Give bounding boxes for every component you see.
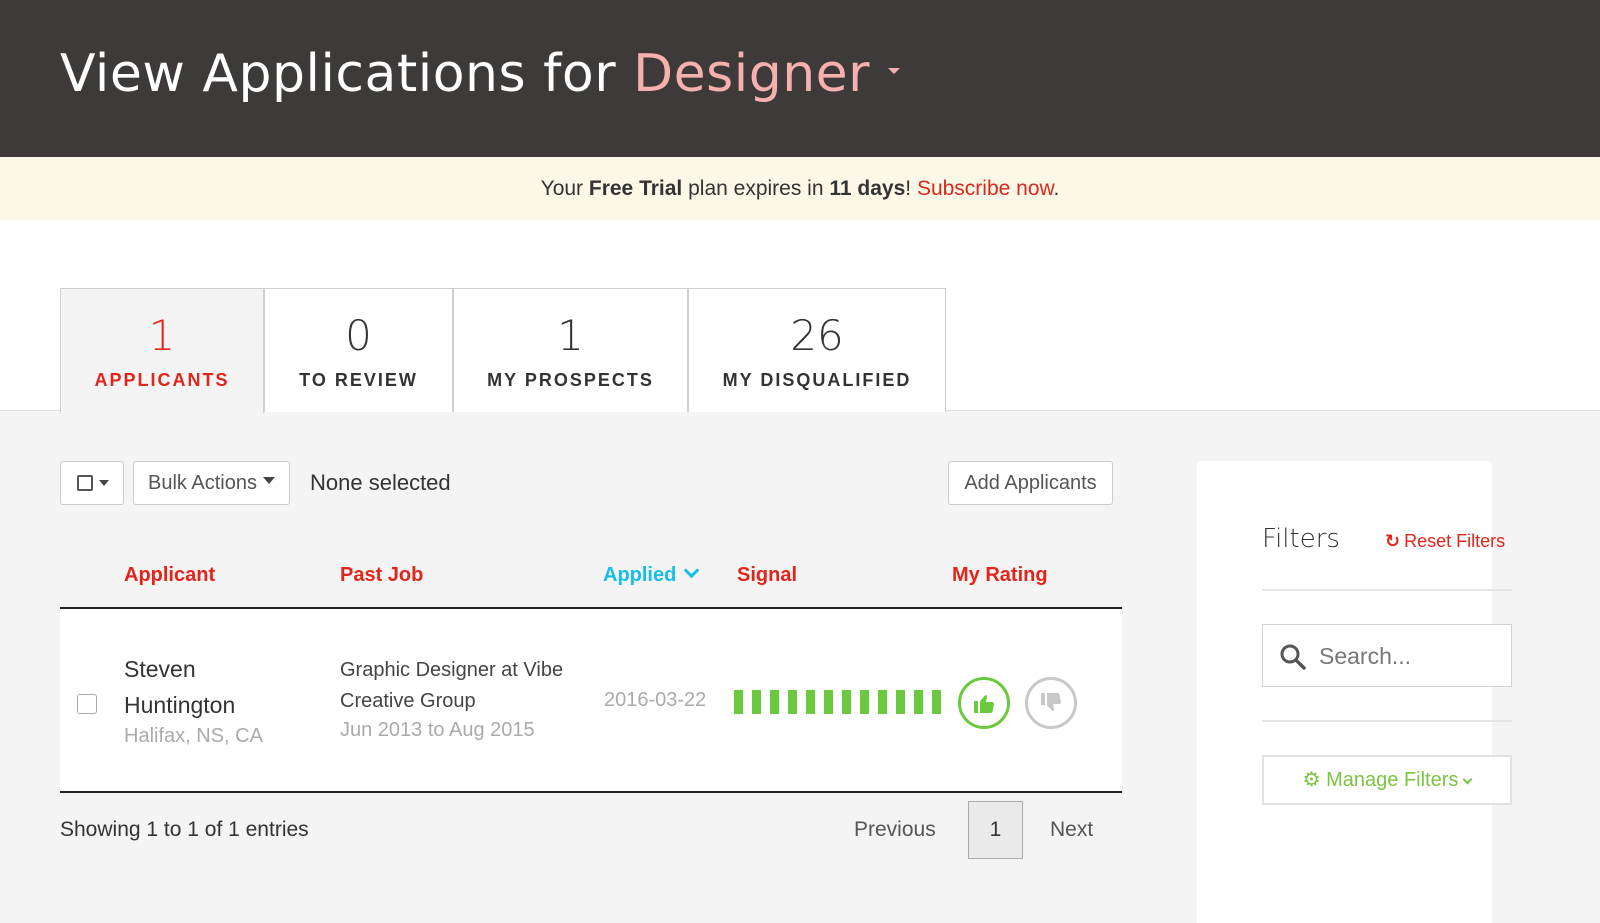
page-number-button[interactable]: 1 xyxy=(968,801,1023,859)
previous-page-button[interactable]: Previous xyxy=(854,818,936,842)
page-title: View Applications for Designer xyxy=(60,44,901,104)
column-header-applicant[interactable]: Applicant xyxy=(124,564,215,587)
column-header-applied[interactable]: Applied xyxy=(603,562,700,587)
page-title-prefix: View Applications for xyxy=(60,44,617,104)
signal-bar xyxy=(842,690,851,714)
trial-text-3: ! xyxy=(905,177,917,200)
tab-applicants[interactable]: 1 APPLICANTS xyxy=(60,288,264,413)
divider xyxy=(1262,720,1512,722)
column-header-signal[interactable]: Signal xyxy=(737,564,797,587)
select-all-dropdown[interactable] xyxy=(60,461,124,505)
chevron-down-icon[interactable] xyxy=(1462,774,1473,785)
signal-bar xyxy=(788,690,797,714)
past-job-dates: Jun 2013 to Aug 2015 xyxy=(340,719,535,741)
signal-bar xyxy=(734,690,743,714)
signal-bar xyxy=(752,690,761,714)
signal-bar xyxy=(860,690,869,714)
row-checkbox[interactable] xyxy=(77,694,97,714)
column-header-past-job[interactable]: Past Job xyxy=(340,564,423,587)
trial-banner: Your Free Trial plan expires in 11 days!… xyxy=(0,157,1600,220)
search-field[interactable] xyxy=(1262,624,1512,687)
signal-meter xyxy=(734,690,941,714)
signal-bar xyxy=(932,690,941,714)
tab-label: TO REVIEW xyxy=(299,370,418,390)
trial-text-1: Your xyxy=(540,177,589,200)
caret-down-icon xyxy=(262,477,275,485)
bulk-actions-button[interactable]: Bulk Actions xyxy=(133,461,290,505)
column-header-label[interactable]: My Rating xyxy=(952,564,1048,586)
thumbs-up-button[interactable] xyxy=(958,677,1010,729)
tab-label: MY DISQUALIFIED xyxy=(722,370,912,390)
chevron-down-icon[interactable] xyxy=(684,562,700,579)
page-header: View Applications for Designer xyxy=(0,0,1600,157)
applicant-name[interactable]: Steven Huntington xyxy=(124,651,304,723)
tab-my-disqualified[interactable]: 26 MY DISQUALIFIED xyxy=(688,288,946,412)
caret-down-icon[interactable] xyxy=(888,68,901,74)
bulk-actions-label: Bulk Actions xyxy=(148,472,257,494)
tab-count: 1 xyxy=(148,311,176,360)
subscribe-link[interactable]: Subscribe now xyxy=(917,177,1054,200)
tab-label: APPLICANTS xyxy=(94,370,230,390)
add-applicants-button[interactable]: Add Applicants xyxy=(948,461,1113,505)
table-row[interactable]: Steven Huntington Halifax, NS, CA Graphi… xyxy=(60,609,1122,793)
column-header-label[interactable]: Past Job xyxy=(340,564,423,586)
manage-filters-button[interactable]: ⚙ Manage Filters xyxy=(1262,755,1512,805)
trial-text-4: . xyxy=(1053,177,1060,200)
manage-filters-label[interactable]: Manage Filters xyxy=(1326,769,1458,791)
signal-bar xyxy=(878,690,887,714)
signal-bar xyxy=(914,690,923,714)
past-job-title: Graphic Designer at Vibe Creative Group xyxy=(340,659,564,712)
signal-bar xyxy=(806,690,815,714)
filters-panel: Filters ↻Reset Filters ⚙ Manage Filters xyxy=(1197,461,1512,923)
search-icon xyxy=(1280,644,1306,670)
signal-bar xyxy=(770,690,779,714)
tab-to-review[interactable]: 0 TO REVIEW xyxy=(264,288,453,412)
entries-summary: Showing 1 to 1 of 1 entries xyxy=(60,818,309,841)
job-name[interactable]: Designer xyxy=(633,44,870,104)
applicant-tabs: 1 APPLICANTS 0 TO REVIEW 1 MY PROSPECTS … xyxy=(60,288,946,413)
caret-down-icon[interactable] xyxy=(99,480,109,486)
tab-my-prospects[interactable]: 1 MY PROSPECTS xyxy=(453,288,688,412)
applied-date: 2016-03-22 xyxy=(604,689,707,711)
column-header-label[interactable]: Applicant xyxy=(124,564,215,586)
trial-plan-name: Free Trial xyxy=(588,177,683,200)
divider xyxy=(1262,589,1512,591)
search-input[interactable] xyxy=(1319,639,1499,673)
column-header-label[interactable]: Signal xyxy=(737,564,797,586)
selection-status: None selected xyxy=(310,470,451,495)
thumbs-down-icon[interactable] xyxy=(1039,691,1063,715)
tab-count: 1 xyxy=(557,311,584,360)
tab-count: 0 xyxy=(345,311,372,360)
trial-days-left: 11 days xyxy=(829,177,906,200)
gears-icon[interactable]: ⚙ xyxy=(1303,769,1321,791)
reset-filters-label[interactable]: Reset Filters xyxy=(1404,531,1505,551)
refresh-icon[interactable]: ↻ xyxy=(1385,531,1400,552)
tab-label: MY PROSPECTS xyxy=(487,370,654,390)
signal-bar xyxy=(824,690,833,714)
thumbs-down-button[interactable] xyxy=(1025,677,1077,729)
tab-count: 26 xyxy=(790,311,844,360)
thumbs-up-icon[interactable] xyxy=(972,691,996,715)
filters-title: Filters xyxy=(1262,524,1340,554)
column-header-label[interactable]: Applied xyxy=(603,564,676,586)
job-selector[interactable]: Designer xyxy=(633,44,901,104)
reset-filters-button[interactable]: ↻ Reset Filters xyxy=(1385,531,1505,552)
applicant-location: Halifax, NS, CA xyxy=(124,725,263,747)
signal-bar xyxy=(896,690,905,714)
trial-text-2: plan expires in xyxy=(682,177,830,200)
checkbox-icon[interactable] xyxy=(77,475,93,491)
next-page-button[interactable]: Next xyxy=(1050,818,1093,842)
column-header-my-rating[interactable]: My Rating xyxy=(952,564,1048,587)
